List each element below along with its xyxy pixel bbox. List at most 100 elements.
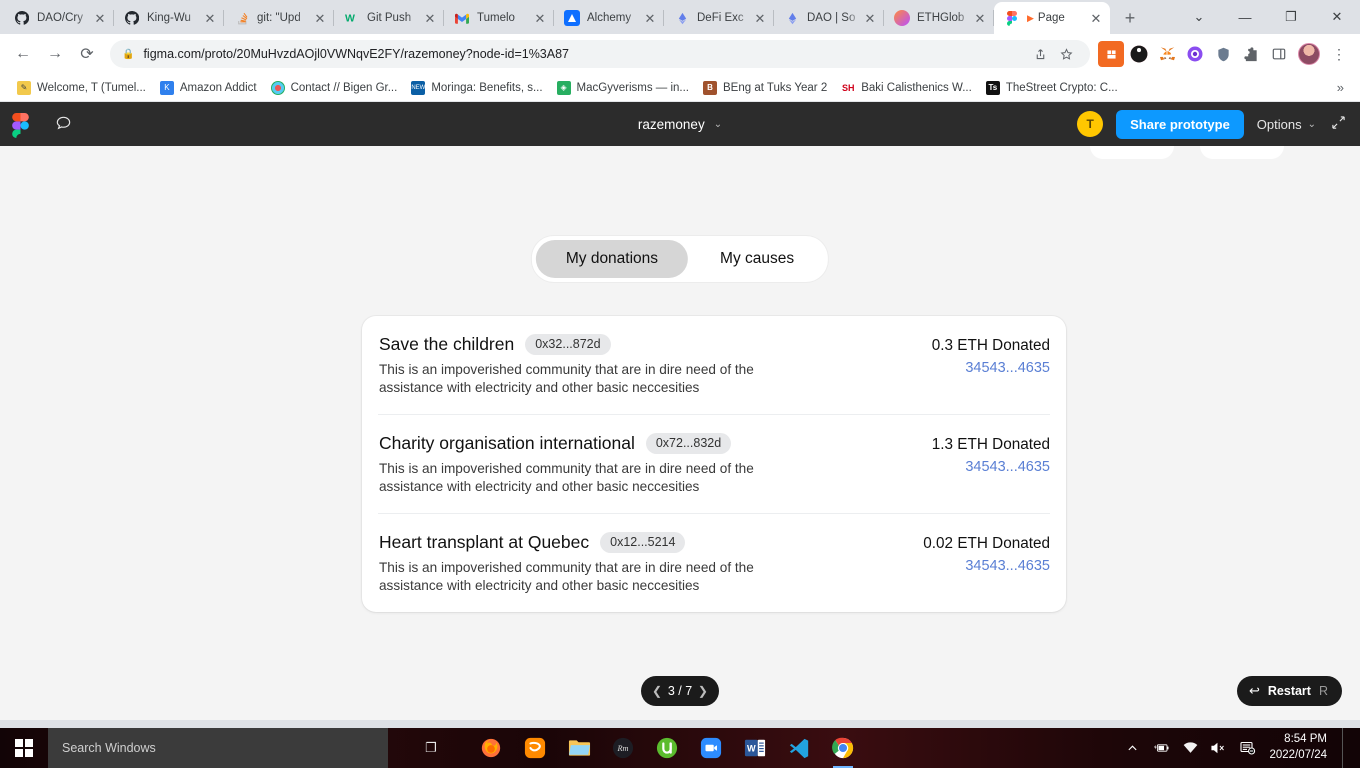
uc-browser-icon[interactable] xyxy=(522,735,548,761)
donation-row[interactable]: Save the children 0x32...872d This is an… xyxy=(378,316,1050,416)
file-explorer-icon[interactable] xyxy=(566,735,592,761)
close-icon[interactable]: ✕ xyxy=(422,10,438,26)
browser-tab[interactable]: Alchemy ✕ xyxy=(554,2,664,34)
chevron-up-icon[interactable] xyxy=(1124,740,1140,756)
bookmark-item[interactable]: Ts TheStreet Crypto: C... xyxy=(979,78,1125,98)
donation-amount-block: 0.02 ETH Donated 34543...4635 xyxy=(880,532,1050,574)
browser-tab[interactable]: King-Wu ✕ xyxy=(114,2,224,34)
chevron-down-icon[interactable]: ⌄ xyxy=(1176,1,1222,33)
close-icon[interactable]: ✕ xyxy=(532,10,548,26)
defi-icon xyxy=(784,10,800,26)
close-icon[interactable]: ✕ xyxy=(312,10,328,26)
bookmark-item[interactable]: ✎ Welcome, T (Tumel... xyxy=(10,78,153,98)
browser-tab-active[interactable]: ▶ Page ✕ xyxy=(994,2,1110,34)
close-icon[interactable]: ✕ xyxy=(862,10,878,26)
close-icon[interactable]: ✕ xyxy=(752,10,768,26)
share-prototype-button[interactable]: Share prototype xyxy=(1116,109,1244,139)
close-icon[interactable]: ✕ xyxy=(1088,10,1104,26)
donation-tx-link[interactable]: 34543...4635 xyxy=(880,459,1050,475)
dark-logo-icon[interactable]: Rm xyxy=(610,735,636,761)
pocket-icon[interactable] xyxy=(1126,41,1152,67)
reload-icon[interactable]: ⟳ xyxy=(72,39,102,69)
avatar[interactable] xyxy=(1298,43,1320,65)
utorrent-icon[interactable] xyxy=(654,735,680,761)
windows-start-icon[interactable] xyxy=(0,728,48,768)
close-icon[interactable]: ✕ xyxy=(642,10,658,26)
chevron-right-icon[interactable]: ❯ xyxy=(698,685,708,697)
search-input[interactable]: Search Windows xyxy=(48,728,388,768)
grid-extension-icon[interactable] xyxy=(1098,41,1124,67)
bookmark-star-icon[interactable] xyxy=(1054,42,1078,66)
restart-button[interactable]: ↩ Restart R xyxy=(1236,676,1342,706)
tab-my-donations[interactable]: My donations xyxy=(535,240,689,278)
donation-address-badge[interactable]: 0x72...832d xyxy=(645,433,732,455)
bookmark-item[interactable]: Contact // Bigen Gr... xyxy=(264,78,405,98)
browser-tab[interactable]: Tumelo ✕ xyxy=(444,2,554,34)
options-button[interactable]: Options ⌄ xyxy=(1257,117,1316,132)
fullscreen-icon[interactable] xyxy=(1329,115,1348,133)
firefox-icon[interactable] xyxy=(478,735,504,761)
donation-address-badge[interactable]: 0x12...5214 xyxy=(600,532,686,554)
browser-tab[interactable]: git: "Upd ✕ xyxy=(224,2,334,34)
vscode-icon[interactable] xyxy=(786,735,812,761)
taskbar-apps: Rm W xyxy=(478,735,856,768)
forward-icon[interactable]: → xyxy=(40,39,70,69)
browser-tab[interactable]: DeFi Exc ✕ xyxy=(664,2,774,34)
bookmark-item[interactable]: NEW Moringa: Benefits, s... xyxy=(404,78,549,98)
metamask-icon[interactable] xyxy=(1154,41,1180,67)
donation-tx-link[interactable]: 34543...4635 xyxy=(880,558,1050,574)
task-view-icon[interactable]: ❐ xyxy=(418,735,444,761)
bookmarks-overflow-icon[interactable]: » xyxy=(1331,80,1350,95)
stackoverflow-icon xyxy=(234,10,250,26)
new-tab-button[interactable]: + xyxy=(1116,4,1144,32)
donation-info: Charity organisation international 0x72.… xyxy=(378,433,880,496)
figma-logo-icon[interactable] xyxy=(12,113,30,138)
browser-tab[interactable]: DAO | So ✕ xyxy=(774,2,884,34)
side-panel-icon[interactable] xyxy=(1266,41,1292,67)
browser-tab[interactable]: W Git Push ✕ xyxy=(334,2,444,34)
share-icon[interactable] xyxy=(1028,42,1052,66)
volume-muted-icon[interactable] xyxy=(1211,740,1227,756)
chevron-left-icon[interactable]: ❮ xyxy=(652,685,662,697)
brave-icon[interactable] xyxy=(1182,41,1208,67)
back-icon[interactable]: ← xyxy=(8,39,38,69)
bookmark-item[interactable]: B BEng at Tuks Year 2 xyxy=(696,78,834,98)
svg-text:W: W xyxy=(345,13,355,25)
donation-row[interactable]: Heart transplant at Quebec 0x12...5214 T… xyxy=(378,514,1050,612)
prototype-file-title[interactable]: razemoney ⌄ xyxy=(638,117,722,132)
comment-icon[interactable] xyxy=(54,114,74,134)
bookmark-item[interactable]: SH Baki Calisthenics W... xyxy=(834,78,979,98)
tab-title: DAO | So xyxy=(807,12,856,24)
clock[interactable]: 8:54 PM 2022/07/24 xyxy=(1269,732,1327,763)
word-icon[interactable]: W xyxy=(742,735,768,761)
close-icon[interactable]: ✕ xyxy=(972,10,988,26)
chrome-browser-window: DAO/Cry ✕ King-Wu ✕ git: "Upd ✕ W Git Pu… xyxy=(0,0,1360,728)
trust-wallet-icon[interactable] xyxy=(1210,41,1236,67)
close-icon[interactable]: ✕ xyxy=(92,10,108,26)
notifications-dnd-icon[interactable] xyxy=(1240,740,1256,756)
chrome-icon[interactable] xyxy=(830,735,856,768)
browser-tab[interactable]: DAO/Cry ✕ xyxy=(4,2,114,34)
bookmark-item[interactable]: ◈ MacGyverisms — in... xyxy=(550,78,696,98)
restore-icon[interactable]: ❐ xyxy=(1268,1,1314,33)
donation-address-badge[interactable]: 0x32...872d xyxy=(525,334,611,355)
bookmark-item[interactable]: K Amazon Addict xyxy=(153,78,264,98)
puzzle-extensions-icon[interactable] xyxy=(1238,41,1264,67)
wifi-icon[interactable] xyxy=(1182,740,1198,756)
kebab-menu-icon[interactable]: ⋮ xyxy=(1326,41,1352,67)
donation-row[interactable]: Charity organisation international 0x72.… xyxy=(378,415,1050,515)
avatar[interactable]: T xyxy=(1077,111,1104,137)
ethglobal-icon xyxy=(894,10,910,26)
minimize-icon[interactable]: — xyxy=(1222,1,1268,33)
zoom-icon[interactable] xyxy=(698,735,724,761)
chevron-down-icon[interactable]: ⌄ xyxy=(714,119,722,130)
tab-my-causes[interactable]: My causes xyxy=(690,240,824,278)
donation-tx-link[interactable]: 34543...4635 xyxy=(880,360,1050,376)
show-desktop-button[interactable] xyxy=(1342,728,1348,768)
browser-tab[interactable]: ETHGlob ✕ xyxy=(884,2,994,34)
address-bar[interactable]: 🔒 figma.com/proto/20MuHvzdAOjl0VWNqvE2FY… xyxy=(110,40,1090,68)
sh-icon: SH xyxy=(841,80,856,95)
close-icon[interactable]: ✕ xyxy=(1314,1,1360,33)
battery-charging-icon[interactable] xyxy=(1153,740,1169,756)
close-icon[interactable]: ✕ xyxy=(202,10,218,26)
